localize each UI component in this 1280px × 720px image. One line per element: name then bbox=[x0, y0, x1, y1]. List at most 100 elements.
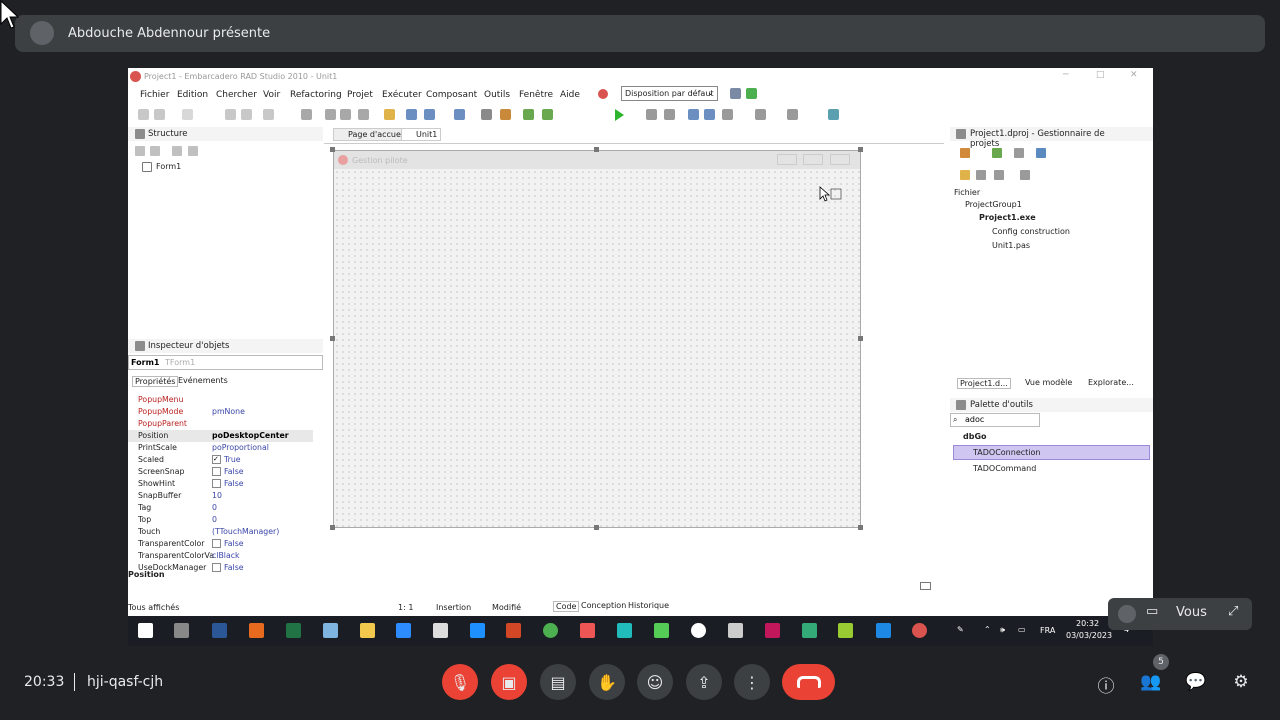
battery-icon[interactable]: ▭ bbox=[1018, 625, 1026, 634]
project-tool-icon[interactable] bbox=[1020, 170, 1030, 180]
toolbar-icon[interactable] bbox=[500, 109, 511, 120]
form-close-icon[interactable] bbox=[830, 154, 850, 165]
tab-design[interactable]: Conception bbox=[581, 601, 626, 610]
inspector-row[interactable]: UseDockManager False bbox=[128, 562, 313, 574]
menu-fenetre[interactable]: Fenêtre bbox=[519, 90, 553, 100]
app-icon[interactable] bbox=[765, 623, 780, 638]
toolbar-icon[interactable] bbox=[340, 109, 351, 120]
toolbar-icon[interactable] bbox=[424, 109, 435, 120]
form-minimize-icon[interactable] bbox=[777, 154, 797, 165]
resize-handle[interactable] bbox=[858, 147, 863, 152]
stop-icon[interactable] bbox=[664, 109, 675, 120]
excel-icon[interactable] bbox=[286, 623, 301, 638]
tab-home[interactable]: Page d'accueil bbox=[333, 128, 410, 141]
menu-chercher[interactable]: Chercher bbox=[216, 90, 257, 100]
step-icon[interactable] bbox=[688, 109, 699, 120]
app-icon[interactable] bbox=[876, 623, 891, 638]
arrow-down-icon[interactable] bbox=[188, 146, 198, 156]
palette-item[interactable]: TADOConnection bbox=[973, 448, 1040, 457]
app-icon[interactable] bbox=[654, 623, 669, 638]
resize-handle[interactable] bbox=[858, 336, 863, 341]
checkbox-icon[interactable] bbox=[212, 467, 221, 476]
windows-start-icon[interactable] bbox=[138, 623, 153, 638]
tab-code[interactable]: Code bbox=[553, 601, 580, 612]
menu-fichier[interactable]: Fichier bbox=[140, 90, 169, 100]
tab-unit1[interactable]: Unit1 bbox=[401, 128, 442, 141]
toolbar-icon[interactable] bbox=[325, 109, 336, 120]
toolbar-icon[interactable] bbox=[481, 109, 492, 120]
inspector-row[interactable]: ShowHint False bbox=[128, 478, 313, 490]
minimize-icon[interactable]: ─ bbox=[1063, 70, 1068, 80]
inspector-prop-value[interactable]: False bbox=[224, 479, 244, 488]
inspector-prop-value[interactable]: False bbox=[224, 563, 244, 572]
info-icon[interactable]: ⓘ bbox=[1095, 672, 1117, 697]
menu-voir[interactable]: Voir bbox=[263, 90, 280, 100]
back-icon[interactable] bbox=[755, 109, 766, 120]
layout-select[interactable]: Disposition par défaut ⌄ bbox=[621, 86, 718, 101]
inspector-prop-value[interactable]: 10 bbox=[212, 491, 222, 500]
step-icon[interactable] bbox=[704, 109, 715, 120]
app-icon[interactable] bbox=[691, 623, 706, 638]
app-icon[interactable] bbox=[617, 623, 632, 638]
powerpoint-icon[interactable] bbox=[506, 623, 521, 638]
inspector-prop-value[interactable]: 0 bbox=[212, 515, 217, 524]
inspector-row[interactable]: Scaled ✓ True bbox=[128, 454, 313, 466]
menu-composant[interactable]: Composant bbox=[426, 90, 477, 100]
people-icon[interactable]: 👥 bbox=[1140, 672, 1162, 694]
restore-icon[interactable] bbox=[920, 582, 931, 590]
present-button[interactable]: ⇪ bbox=[686, 664, 722, 700]
project-tab-project[interactable]: Project1.d... bbox=[957, 378, 1011, 389]
microphone-toggle-button[interactable]: 🎙 bbox=[442, 664, 478, 700]
project-tab-explorer[interactable]: Explorate... bbox=[1088, 378, 1134, 387]
inspector-prop-value[interactable]: False bbox=[224, 539, 244, 548]
toolbar-icon[interactable] bbox=[358, 109, 369, 120]
pause-icon[interactable] bbox=[646, 109, 657, 120]
menu-outils[interactable]: Outils bbox=[484, 90, 510, 100]
help-icon[interactable] bbox=[598, 89, 608, 99]
menu-projet[interactable]: Projet bbox=[347, 90, 373, 100]
project-tab-model[interactable]: Vue modèle bbox=[1025, 378, 1072, 387]
form-designer[interactable]: Gestion pilote bbox=[333, 150, 861, 528]
resize-handle[interactable] bbox=[330, 147, 335, 152]
tray-chevron-icon[interactable]: ⌃ bbox=[984, 625, 991, 634]
form-maximize-icon[interactable] bbox=[803, 154, 823, 165]
expand-icon[interactable]: ⤢ bbox=[1228, 604, 1238, 619]
inspector-row[interactable]: PopupMode pmNone bbox=[128, 406, 313, 418]
inspector-row[interactable]: ScreenSnap False bbox=[128, 466, 313, 478]
captions-button[interactable]: ▤ bbox=[540, 664, 576, 700]
checkbox-icon[interactable] bbox=[212, 479, 221, 488]
checkbox-icon[interactable]: ✓ bbox=[212, 455, 221, 464]
toolbar-icon[interactable] bbox=[301, 109, 312, 120]
forward-icon[interactable] bbox=[787, 109, 798, 120]
task-view-icon[interactable] bbox=[174, 623, 189, 638]
clock-time[interactable]: 20:32 bbox=[1076, 619, 1099, 628]
resize-handle[interactable] bbox=[330, 525, 335, 530]
inspector-prop-value[interactable]: (TTouchManager) bbox=[212, 527, 279, 536]
run-icon[interactable] bbox=[615, 109, 624, 121]
tab-events[interactable]: Evénements bbox=[178, 376, 228, 385]
tab-history[interactable]: Historique bbox=[628, 601, 669, 610]
new-icon[interactable] bbox=[384, 109, 395, 120]
toolbar-icon[interactable] bbox=[406, 109, 417, 120]
project-unit[interactable]: Unit1.pas bbox=[992, 241, 1030, 250]
inspector-prop-value[interactable]: 0 bbox=[212, 503, 217, 512]
palette-search-input[interactable]: adoc bbox=[950, 413, 1040, 427]
palette-item[interactable]: TADOCommand bbox=[973, 464, 1036, 473]
project-tool-icon[interactable] bbox=[994, 170, 1004, 180]
inspector-row[interactable]: TransparentColorVa clBlack bbox=[128, 550, 313, 562]
save-icon[interactable] bbox=[454, 109, 465, 120]
app-icon[interactable] bbox=[470, 623, 485, 638]
raise-hand-button[interactable]: ✋ bbox=[589, 664, 625, 700]
layout-save-icon[interactable] bbox=[730, 88, 741, 99]
language-indicator[interactable]: FRA bbox=[1040, 626, 1055, 635]
toolbar-icon[interactable] bbox=[828, 109, 839, 120]
more-options-button[interactable]: ⋮ bbox=[734, 664, 770, 700]
inspector-row[interactable]: Position poDesktopCenter bbox=[128, 430, 313, 442]
resize-handle[interactable] bbox=[858, 525, 863, 530]
app-icon[interactable] bbox=[249, 623, 264, 638]
self-view-tile[interactable]: ▭ Vous ⤢ bbox=[1108, 598, 1252, 630]
inspector-prop-value[interactable]: True bbox=[224, 455, 241, 464]
toolbar-icon[interactable] bbox=[542, 109, 553, 120]
inspector-row[interactable]: PrintScale poProportional bbox=[128, 442, 313, 454]
app-icon[interactable] bbox=[396, 623, 411, 638]
